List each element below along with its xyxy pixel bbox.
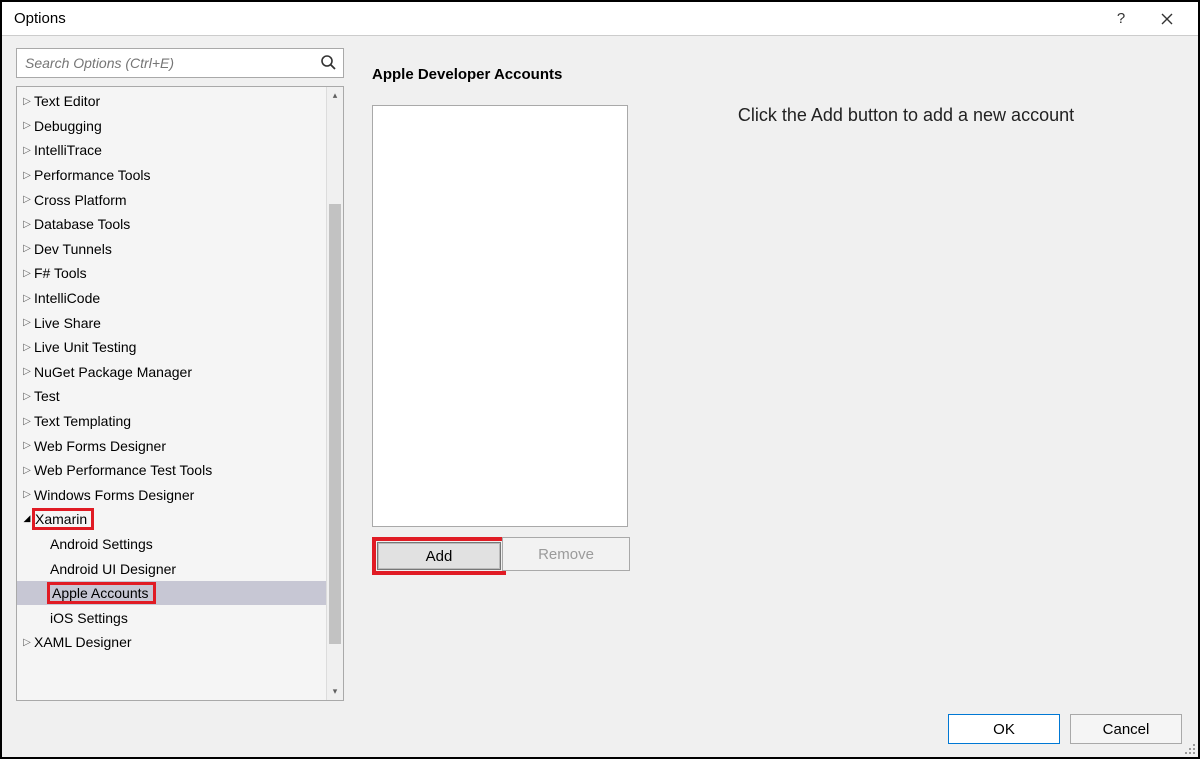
search-input-wrap[interactable]: [16, 48, 344, 78]
resize-grip[interactable]: [1181, 740, 1195, 754]
close-icon: [1161, 13, 1173, 25]
chevron-right-icon: ▷: [21, 465, 33, 476]
tree-item-label: IntelliCode: [34, 290, 100, 306]
tree-item-label: Windows Forms Designer: [34, 487, 194, 503]
chevron-right-icon: ▷: [21, 366, 33, 377]
tree-item-android-ui-designer[interactable]: Android UI Designer: [17, 556, 326, 581]
add-button[interactable]: Add: [377, 542, 501, 570]
remove-button: Remove: [502, 537, 630, 571]
window-title: Options: [14, 10, 1098, 27]
add-button-highlight: Add: [372, 537, 506, 575]
tree-item-windows-forms-designer[interactable]: ▷Windows Forms Designer: [17, 483, 326, 508]
scroll-down-icon[interactable]: ▾: [327, 683, 343, 700]
tree-item-text-editor[interactable]: ▷Text Editor: [17, 89, 326, 114]
tree-item-performance-tools[interactable]: ▷Performance Tools: [17, 163, 326, 188]
tree-item-label: F# Tools: [34, 265, 87, 281]
chevron-right-icon: ▷: [21, 96, 33, 107]
tree-item-database-tools[interactable]: ▷Database Tools: [17, 212, 326, 237]
accounts-listbox[interactable]: [372, 105, 628, 527]
tree-item-label: NuGet Package Manager: [34, 364, 192, 380]
tree-item-debugging[interactable]: ▷Debugging: [17, 114, 326, 139]
tree-item-label: Debugging: [34, 118, 102, 134]
scroll-thumb[interactable]: [329, 204, 341, 644]
tree-item-label: Android Settings: [50, 536, 153, 552]
cancel-button[interactable]: Cancel: [1070, 714, 1182, 744]
chevron-right-icon: ▷: [21, 317, 33, 328]
tree-item-nuget-package-manager[interactable]: ▷NuGet Package Manager: [17, 360, 326, 385]
tree-item-web-performance-test-tools[interactable]: ▷Web Performance Test Tools: [17, 458, 326, 483]
tree-item-test[interactable]: ▷Test: [17, 384, 326, 409]
chevron-right-icon: ▷: [21, 391, 33, 402]
tree-item-android-settings[interactable]: Android Settings: [17, 532, 326, 557]
tree-item-intellitrace[interactable]: ▷IntelliTrace: [17, 138, 326, 163]
search-input[interactable]: [25, 55, 315, 71]
chevron-right-icon: ▷: [21, 194, 33, 205]
help-button[interactable]: ?: [1098, 4, 1144, 34]
tree-item-label: Performance Tools: [34, 167, 150, 183]
tree-item-label: iOS Settings: [50, 610, 128, 626]
tree-item-label: IntelliTrace: [34, 142, 102, 158]
tree-item-apple-accounts[interactable]: Apple Accounts: [17, 581, 326, 606]
tree-item-text-templating[interactable]: ▷Text Templating: [17, 409, 326, 434]
options-tree[interactable]: ▷Text Editor▷Debugging▷IntelliTrace▷Perf…: [17, 87, 326, 700]
tree-item-label: Xamarin: [32, 508, 94, 530]
tree-item-label: Apple Accounts: [47, 582, 156, 604]
tree-item-label: Live Unit Testing: [34, 339, 136, 355]
chevron-right-icon: ▷: [21, 489, 33, 500]
chevron-right-icon: ▷: [21, 342, 33, 353]
tree-item-label: Text Editor: [34, 93, 100, 109]
tree-item-label: Dev Tunnels: [34, 241, 112, 257]
tree-item-label: Text Templating: [34, 413, 131, 429]
tree-item-live-share[interactable]: ▷Live Share: [17, 310, 326, 335]
tree-item-web-forms-designer[interactable]: ▷Web Forms Designer: [17, 433, 326, 458]
options-sidebar: ▷Text Editor▷Debugging▷IntelliTrace▷Perf…: [16, 48, 344, 701]
tree-item-label: XAML Designer: [34, 634, 132, 650]
chevron-right-icon: ▷: [21, 219, 33, 230]
section-title: Apple Developer Accounts: [372, 66, 1184, 83]
tree-item-dev-tunnels[interactable]: ▷Dev Tunnels: [17, 237, 326, 262]
dialog-footer: OK Cancel: [2, 701, 1198, 757]
tree-scrollbar[interactable]: ▴ ▾: [326, 87, 343, 700]
chevron-right-icon: ▷: [21, 145, 33, 156]
chevron-right-icon: ▷: [21, 293, 33, 304]
chevron-right-icon: ▷: [21, 440, 33, 451]
tree-item-xamarin[interactable]: ◢Xamarin: [17, 507, 326, 532]
tree-item-cross-platform[interactable]: ▷Cross Platform: [17, 187, 326, 212]
tree-item-label: Live Share: [34, 315, 101, 331]
tree-item-fsharp-tools[interactable]: ▷F# Tools: [17, 261, 326, 286]
tree-item-label: Web Performance Test Tools: [34, 462, 212, 478]
tree-item-label: Web Forms Designer: [34, 438, 166, 454]
tree-item-ios-settings[interactable]: iOS Settings: [17, 605, 326, 630]
tree-item-label: Test: [34, 388, 60, 404]
ok-button[interactable]: OK: [948, 714, 1060, 744]
chevron-right-icon: ▷: [21, 416, 33, 427]
tree-item-intellicode[interactable]: ▷IntelliCode: [17, 286, 326, 311]
search-icon: [320, 54, 337, 74]
tree-item-live-unit-testing[interactable]: ▷Live Unit Testing: [17, 335, 326, 360]
chevron-down-icon: ◢: [21, 513, 33, 524]
chevron-right-icon: ▷: [21, 170, 33, 181]
options-content: Apple Developer Accounts Click the Add b…: [344, 48, 1184, 701]
chevron-right-icon: ▷: [21, 637, 33, 648]
chevron-right-icon: ▷: [21, 243, 33, 254]
scroll-up-icon[interactable]: ▴: [327, 87, 343, 104]
chevron-right-icon: ▷: [21, 120, 33, 131]
accounts-hint: Click the Add button to add a new accoun…: [628, 105, 1184, 126]
chevron-right-icon: ▷: [21, 268, 33, 279]
tree-item-label: Database Tools: [34, 216, 130, 232]
close-button[interactable]: [1144, 4, 1190, 34]
titlebar: Options ?: [2, 2, 1198, 36]
tree-item-label: Android UI Designer: [50, 561, 176, 577]
tree-item-xaml-designer[interactable]: ▷XAML Designer: [17, 630, 326, 655]
tree-item-label: Cross Platform: [34, 192, 127, 208]
